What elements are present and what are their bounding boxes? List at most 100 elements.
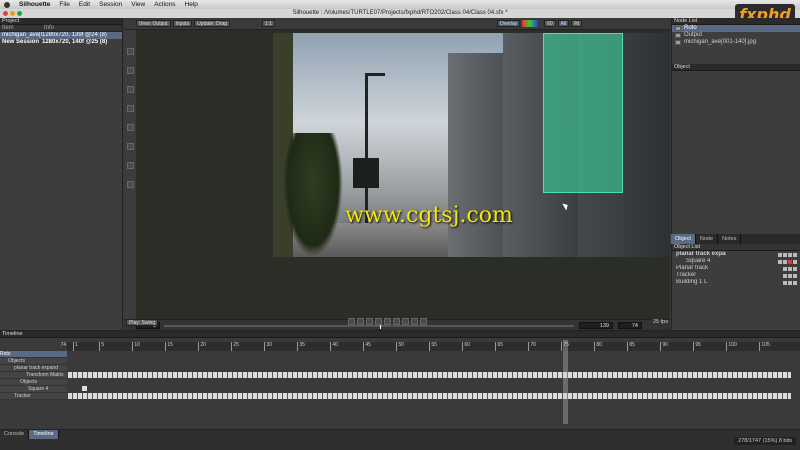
object-flags[interactable] bbox=[778, 252, 800, 257]
object-panel: Object bbox=[671, 64, 800, 234]
timeline-row[interactable]: Objects bbox=[0, 358, 67, 365]
select-tool-icon[interactable] bbox=[126, 48, 134, 55]
next-key-icon[interactable] bbox=[402, 318, 409, 325]
node-item[interactable]: michigan_ave[001-140].jpg bbox=[672, 39, 800, 46]
transform-tool-icon[interactable] bbox=[126, 67, 134, 74]
project-row[interactable]: New Session 1280x720, 140f @25 (8) bbox=[0, 39, 122, 46]
object-list-panel: Object List planar track expand Square 4… bbox=[671, 244, 800, 330]
channel-color-icon[interactable] bbox=[522, 20, 539, 27]
ellipse-tool-icon[interactable] bbox=[126, 124, 134, 131]
timeline-row[interactable]: Square 4 bbox=[0, 386, 67, 393]
timeline-playhead[interactable] bbox=[563, 340, 568, 424]
street-sign bbox=[353, 158, 379, 188]
object-panel-title: Object bbox=[672, 64, 800, 71]
menu-actions[interactable]: Actions bbox=[154, 1, 175, 8]
apple-icon[interactable] bbox=[4, 1, 10, 8]
timeline-tick: 15 bbox=[165, 342, 173, 351]
project-header: Item Info bbox=[0, 25, 122, 32]
object-list-item[interactable]: Planar track bbox=[672, 265, 800, 272]
timeline-row[interactable]: Roto bbox=[0, 351, 67, 358]
bspline-tool-icon[interactable] bbox=[126, 86, 134, 93]
window-title: Silhouette : /Volumes/TURTLE07/Projects/… bbox=[0, 9, 800, 18]
fps-unit: fps bbox=[660, 319, 668, 325]
project-title: Project bbox=[0, 18, 122, 25]
timeline-ruler[interactable]: 1 5 10 15 20 25 30 35 40 45 50 55 60 65 70 75 80 85 90 95 10… bbox=[67, 342, 800, 351]
menu-edit[interactable]: Edit bbox=[79, 1, 90, 8]
project-panel: Project Item Info michigan_ave[0... 1280… bbox=[0, 18, 123, 330]
timeline-tick: 100 bbox=[726, 342, 737, 351]
go-start-icon[interactable] bbox=[348, 318, 355, 325]
viewer-canvas[interactable]: www.cgtsj.com bbox=[136, 30, 670, 319]
object-list-item[interactable]: planar track expand bbox=[672, 251, 800, 258]
play-back-icon[interactable] bbox=[375, 318, 382, 325]
tab-object[interactable]: Object bbox=[671, 234, 696, 244]
menu-file[interactable]: File bbox=[59, 1, 69, 8]
node-item[interactable]: Output bbox=[672, 32, 800, 39]
transport-controls bbox=[348, 318, 427, 325]
update-dropdown[interactable]: Update: Drag bbox=[194, 20, 230, 27]
menu-session[interactable]: Session bbox=[99, 1, 122, 8]
end-frame-field[interactable]: 139 bbox=[579, 322, 613, 329]
object-list-item[interactable]: Tracker bbox=[672, 272, 800, 279]
channel-dropdown[interactable]: Rt bbox=[571, 20, 583, 27]
minimize-window-button[interactable] bbox=[10, 11, 15, 16]
play-mode-dropdown[interactable]: Play: Swing bbox=[126, 319, 159, 326]
inputs-dropdown[interactable]: Inputs bbox=[172, 20, 193, 27]
watermark-text: www.cgtsj.com bbox=[345, 203, 513, 228]
timeline-row[interactable]: planar track expand bbox=[0, 365, 67, 372]
tree bbox=[283, 133, 343, 257]
timeline-tick: 105 bbox=[759, 342, 770, 351]
tab-node[interactable]: Node bbox=[696, 234, 719, 244]
object-flags[interactable] bbox=[783, 273, 800, 278]
fps-value[interactable]: 25 bbox=[653, 319, 659, 325]
scrub-track[interactable] bbox=[164, 325, 574, 327]
all-button[interactable]: All bbox=[557, 20, 570, 27]
tab-timeline[interactable]: Timeline bbox=[29, 430, 59, 439]
object-flags[interactable] bbox=[778, 259, 800, 264]
prev-key-icon[interactable] bbox=[366, 318, 373, 325]
lamp-post bbox=[365, 73, 368, 223]
go-end-icon[interactable] bbox=[420, 318, 427, 325]
timeline-tick: 85 bbox=[627, 342, 635, 351]
bezier-tool-icon[interactable] bbox=[126, 105, 134, 112]
zoom-tool-icon[interactable] bbox=[126, 181, 134, 188]
object-tabs: Object Node Notes bbox=[671, 234, 800, 244]
timeline-frame[interactable]: 74 bbox=[52, 342, 66, 348]
close-window-button[interactable] bbox=[3, 11, 8, 16]
overlay-button[interactable]: Overlay bbox=[496, 20, 521, 27]
app-menu[interactable]: Silhouette bbox=[19, 1, 50, 8]
timeline-row[interactable]: Tracker bbox=[0, 393, 67, 400]
tab-notes[interactable]: Notes bbox=[718, 234, 742, 244]
brush-tool-icon[interactable] bbox=[126, 162, 134, 169]
timeline-tick: 20 bbox=[198, 342, 206, 351]
roto-shape-overlay[interactable] bbox=[543, 33, 623, 193]
project-row[interactable]: michigan_ave[0... 1280x720, 139f @24 (8) bbox=[0, 32, 122, 39]
object-flags[interactable] bbox=[783, 280, 800, 285]
object-flags[interactable] bbox=[783, 266, 800, 271]
timeline-row[interactable]: Objects bbox=[0, 379, 67, 386]
value-field[interactable]: 60 bbox=[544, 20, 556, 27]
rectangle-tool-icon[interactable] bbox=[126, 143, 134, 150]
timeline-tick: 25 bbox=[231, 342, 239, 351]
viewer-panel: View: Output Inputs Update: Drag 1:1 Ove… bbox=[124, 18, 670, 330]
keyframe[interactable] bbox=[82, 386, 87, 391]
play-icon[interactable] bbox=[393, 318, 400, 325]
view-dropdown[interactable]: View: Output bbox=[136, 20, 171, 27]
keyframe-track[interactable] bbox=[68, 372, 791, 378]
menu-help[interactable]: Help bbox=[185, 1, 198, 8]
zoom-dropdown[interactable]: 1:1 bbox=[261, 20, 275, 27]
object-list-item[interactable]: Square 4 bbox=[672, 258, 800, 265]
zoom-window-button[interactable] bbox=[17, 11, 22, 16]
timeline-row[interactable]: Transform Matrix bbox=[0, 372, 67, 379]
keyframe-track[interactable] bbox=[68, 393, 791, 399]
object-list-item[interactable]: Building 1 L bbox=[672, 279, 800, 286]
object-list-title: Object List bbox=[672, 244, 800, 251]
step-back-icon[interactable] bbox=[357, 318, 364, 325]
stop-icon[interactable] bbox=[384, 318, 391, 325]
timeline-panel: Timeline 74 1 5 10 15 20 25 30 35 40 45 50 55 60 65 70… bbox=[0, 330, 800, 429]
step-forward-icon[interactable] bbox=[411, 318, 418, 325]
tab-console[interactable]: Console bbox=[0, 430, 30, 439]
menu-view[interactable]: View bbox=[131, 1, 145, 8]
current-frame-field[interactable]: 74 bbox=[618, 322, 642, 329]
node-item[interactable]: Roto bbox=[672, 25, 800, 32]
